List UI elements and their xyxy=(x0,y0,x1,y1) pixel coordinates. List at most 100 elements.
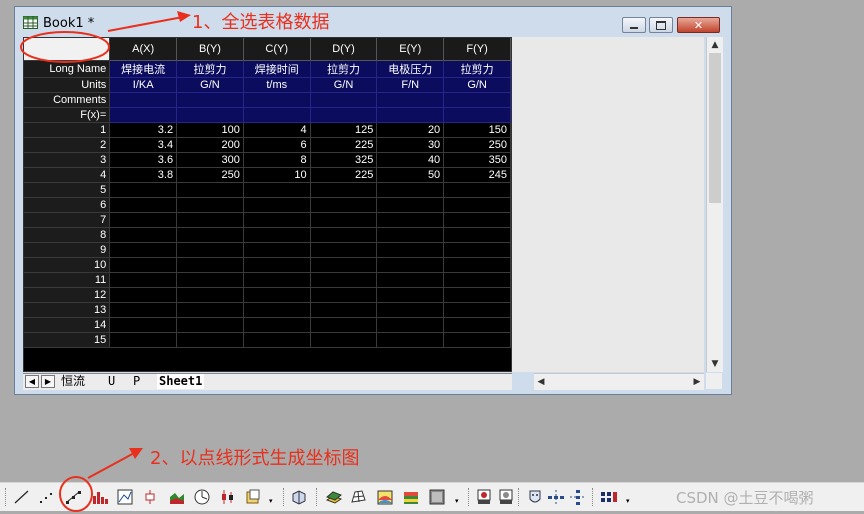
column-header[interactable]: D(Y) xyxy=(310,38,378,61)
label-row-header[interactable]: Units xyxy=(24,77,111,93)
data-cell[interactable] xyxy=(376,272,445,288)
data-cell[interactable]: 30 xyxy=(376,137,445,153)
data-cell[interactable]: 50 xyxy=(376,167,445,183)
smiley-icon[interactable] xyxy=(475,488,493,506)
data-cell[interactable] xyxy=(243,197,311,213)
row-number[interactable]: 8 xyxy=(24,227,111,243)
data-cell[interactable] xyxy=(109,332,178,348)
tab-sheet1[interactable]: Sheet1 xyxy=(157,374,205,389)
tab-prev-button[interactable]: ◀ xyxy=(25,375,39,388)
data-cell[interactable] xyxy=(443,197,511,213)
data-cell[interactable]: 225 xyxy=(310,167,378,183)
data-cell[interactable] xyxy=(176,212,244,228)
data-cell[interactable] xyxy=(243,317,311,333)
label-cell[interactable]: 拉剪力 xyxy=(310,60,378,78)
tab-next-button[interactable]: ▶ xyxy=(41,375,55,388)
label-cell[interactable] xyxy=(243,92,311,108)
resize-grip[interactable] xyxy=(706,373,722,389)
close-button[interactable]: ✕ xyxy=(677,17,720,33)
scroll-down-icon[interactable]: ▼ xyxy=(707,356,723,372)
column-header[interactable]: A(X) xyxy=(109,38,178,61)
data-cell[interactable] xyxy=(243,287,311,303)
data-cell[interactable] xyxy=(176,227,244,243)
data-cell[interactable] xyxy=(243,272,311,288)
high-low-plot-icon[interactable] xyxy=(219,488,237,506)
data-cell[interactable] xyxy=(176,317,244,333)
data-cell[interactable]: 300 xyxy=(176,152,244,168)
data-cell[interactable] xyxy=(243,242,311,258)
label-cell[interactable] xyxy=(443,92,511,108)
data-cell[interactable] xyxy=(443,287,511,303)
data-cell[interactable] xyxy=(243,212,311,228)
row-number[interactable]: 1 xyxy=(24,122,111,138)
data-cell[interactable] xyxy=(310,242,378,258)
data-cell[interactable] xyxy=(443,182,511,198)
data-cell[interactable] xyxy=(176,287,244,303)
data-cell[interactable] xyxy=(310,317,378,333)
label-row-header[interactable]: Long Name xyxy=(24,60,111,78)
template-plot-icon[interactable] xyxy=(244,488,262,506)
label-cell[interactable] xyxy=(109,107,178,123)
window-titlebar[interactable]: Book1 * ✕ xyxy=(15,7,731,35)
label-cell[interactable]: 电极压力 xyxy=(376,60,445,78)
row-number[interactable]: 7 xyxy=(24,212,111,228)
tab-hengliu[interactable]: 恒流 xyxy=(61,374,85,389)
column-header[interactable]: F(Y) xyxy=(443,38,511,61)
data-cell[interactable] xyxy=(109,317,178,333)
column-header[interactable]: E(Y) xyxy=(376,38,445,61)
label-cell[interactable] xyxy=(310,107,378,123)
data-cell[interactable] xyxy=(109,197,178,213)
data-cell[interactable] xyxy=(109,227,178,243)
select-all-corner[interactable] xyxy=(24,38,111,61)
data-cell[interactable] xyxy=(376,212,445,228)
label-cell[interactable]: F/N xyxy=(376,77,445,93)
data-cell[interactable]: 100 xyxy=(176,122,244,138)
label-cell[interactable]: t/ms xyxy=(243,77,311,93)
data-cell[interactable] xyxy=(176,302,244,318)
data-cell[interactable] xyxy=(176,332,244,348)
label-row-header[interactable]: Comments xyxy=(24,92,111,108)
row-number[interactable]: 12 xyxy=(24,287,111,303)
label-cell[interactable] xyxy=(109,92,178,108)
data-cell[interactable] xyxy=(310,257,378,273)
data-cell[interactable]: 150 xyxy=(443,122,511,138)
3d-plot-icon[interactable] xyxy=(290,488,308,506)
data-cell[interactable] xyxy=(176,182,244,198)
row-number[interactable]: 11 xyxy=(24,272,111,288)
data-cell[interactable] xyxy=(310,287,378,303)
data-cell[interactable] xyxy=(443,242,511,258)
scatter-plot-icon[interactable] xyxy=(38,488,56,506)
data-cell[interactable] xyxy=(243,227,311,243)
data-cell[interactable] xyxy=(310,227,378,243)
row-number[interactable]: 6 xyxy=(24,197,111,213)
data-cell[interactable] xyxy=(310,197,378,213)
label-cell[interactable]: G/N xyxy=(310,77,378,93)
data-cell[interactable] xyxy=(243,332,311,348)
heatmap-icon[interactable] xyxy=(402,488,420,506)
row-number[interactable]: 5 xyxy=(24,182,111,198)
label-cell[interactable] xyxy=(176,107,244,123)
data-cell[interactable] xyxy=(443,212,511,228)
scroll-left-icon[interactable]: ◀ xyxy=(534,374,548,390)
data-cell[interactable]: 225 xyxy=(310,137,378,153)
data-cell[interactable] xyxy=(243,182,311,198)
data-cell[interactable]: 325 xyxy=(310,152,378,168)
picture-plot-icon[interactable] xyxy=(116,488,134,506)
3d-surface-icon[interactable] xyxy=(325,488,343,506)
label-cell[interactable]: I/KA xyxy=(109,77,178,93)
data-cell[interactable] xyxy=(310,212,378,228)
label-cell[interactable]: 焊接时间 xyxy=(243,60,311,78)
data-cell[interactable] xyxy=(376,332,445,348)
minimize-button[interactable] xyxy=(622,17,646,33)
data-cell[interactable] xyxy=(443,227,511,243)
data-cell[interactable] xyxy=(176,257,244,273)
data-cell[interactable] xyxy=(310,302,378,318)
3d-wire-icon[interactable] xyxy=(349,488,367,506)
data-cell[interactable] xyxy=(109,272,178,288)
data-cell[interactable] xyxy=(376,182,445,198)
data-cell[interactable] xyxy=(310,332,378,348)
data-cell[interactable] xyxy=(443,302,511,318)
row-number[interactable]: 10 xyxy=(24,257,111,273)
tab-u[interactable]: U xyxy=(108,374,115,389)
vertical-scrollbar[interactable]: ▲ ▼ xyxy=(706,37,723,372)
